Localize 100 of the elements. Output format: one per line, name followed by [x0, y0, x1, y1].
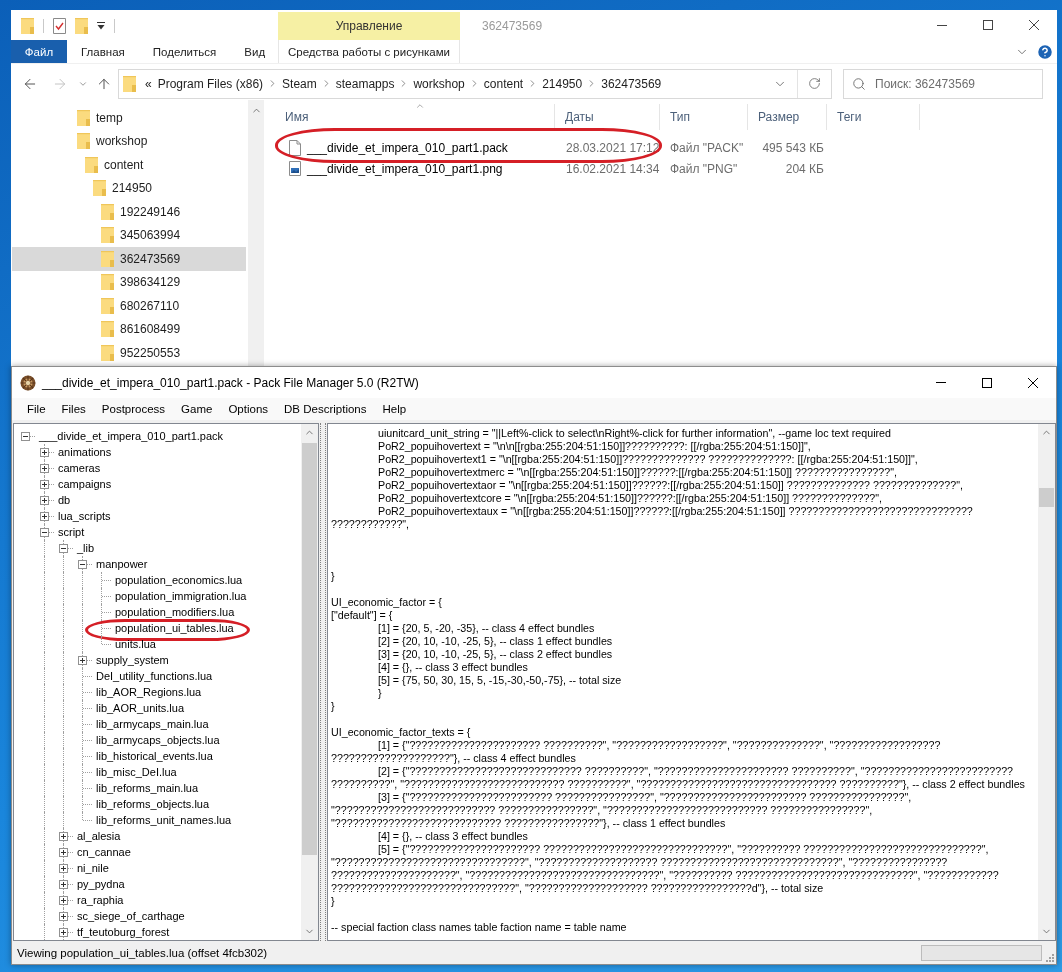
breadcrumb[interactable]: content [479, 76, 528, 91]
search-field[interactable]: Поиск: 362473569 [843, 68, 1043, 99]
tree-item[interactable]: lib_reforms_unit_names.lua [95, 812, 233, 828]
breadcrumb[interactable]: 214950 [538, 76, 587, 91]
expand-icon[interactable] [59, 912, 68, 921]
minimize-icon[interactable] [937, 24, 947, 26]
tree-item[interactable]: lib_AOR_units.lua [95, 700, 186, 716]
close-icon[interactable] [1029, 20, 1039, 30]
tree-item[interactable]: lib_misc_DeI.lua [95, 764, 178, 780]
tree-item[interactable]: campaigns [57, 476, 113, 492]
expand-icon[interactable] [40, 464, 49, 473]
nav-item[interactable]: 952250553 [12, 341, 246, 365]
nav-item[interactable]: content [12, 153, 246, 177]
ribbon-tab[interactable]: Средства работы с рисунками [278, 40, 460, 63]
scrollbar-thumb[interactable] [302, 443, 317, 855]
breadcrumb-overflow[interactable]: « [143, 76, 154, 91]
expand-icon[interactable] [59, 832, 68, 841]
tree-item[interactable]: cameras [57, 460, 102, 476]
maximize-icon[interactable] [982, 377, 992, 388]
tree-item[interactable]: lua_scripts [57, 508, 112, 524]
tree-item[interactable]: animations [57, 444, 113, 460]
tree-item[interactable]: DeI_utility_functions.lua [95, 668, 214, 684]
column-header[interactable]: Теги [837, 110, 862, 124]
help-icon[interactable] [1036, 42, 1054, 61]
collapse-icon[interactable] [21, 432, 30, 441]
tree-item[interactable]: population_economics.lua [114, 572, 244, 588]
expand-icon[interactable] [40, 480, 49, 489]
tree-item[interactable]: ni_nile [76, 860, 110, 876]
nav-item[interactable]: 345063994 [12, 223, 246, 247]
tree-item[interactable]: lib_armycaps_main.lua [95, 716, 210, 732]
collapse-icon[interactable] [59, 544, 68, 553]
collapse-icon[interactable] [78, 560, 87, 569]
splitter[interactable] [320, 423, 326, 941]
nav-item[interactable]: 362473569 [12, 247, 246, 271]
ribbon-tab[interactable]: Файл [11, 40, 67, 63]
menu-item[interactable]: Postprocess [93, 399, 174, 419]
nav-item[interactable]: 214950 [12, 176, 246, 200]
close-icon[interactable] [1028, 377, 1038, 388]
tree-item[interactable]: population_modifiers.lua [114, 604, 236, 620]
nav-item[interactable]: 680267110 [12, 294, 246, 318]
expand-icon[interactable] [59, 864, 68, 873]
expand-icon[interactable] [40, 448, 49, 457]
checklist-icon[interactable] [53, 18, 66, 34]
column-header[interactable]: Даты [565, 110, 594, 124]
expand-icon[interactable] [40, 512, 49, 521]
tree-item[interactable]: py_pydna [76, 876, 126, 892]
file-name[interactable]: ___divide_et_impera_010_part1.png [307, 161, 503, 176]
nav-item[interactable]: temp [12, 106, 246, 130]
breadcrumb[interactable]: 362473569 [597, 76, 666, 91]
tree-item[interactable]: units.lua [114, 636, 157, 652]
tree-item[interactable]: db [57, 492, 72, 508]
dropdown-icon[interactable] [97, 22, 105, 30]
tree-item[interactable]: cn_cannae [76, 844, 132, 860]
search-input[interactable]: Поиск: 362473569 [875, 76, 1035, 91]
menu-item[interactable]: Options [220, 399, 277, 419]
tree-item[interactable]: ra_raphia [76, 892, 125, 908]
column-header[interactable]: Тип [670, 110, 690, 124]
tree-item[interactable]: population_immigration.lua [114, 588, 248, 604]
ribbon-tab[interactable]: Главная [67, 40, 139, 63]
tree-item[interactable]: supply_system [95, 652, 170, 668]
nav-item[interactable]: workshop [12, 129, 246, 153]
tree-item[interactable]: ___divide_et_impera_010_part1.pack [38, 428, 225, 444]
breadcrumb[interactable]: Steam [278, 76, 321, 91]
menu-item[interactable]: Help [374, 399, 415, 419]
ribbon-tab[interactable]: Поделиться [138, 40, 231, 63]
breadcrumb[interactable]: Program Files (x86) [153, 76, 268, 91]
tree-item[interactable]: al_alesia [76, 828, 122, 844]
scrollbar-thumb[interactable] [1039, 488, 1054, 507]
expand-icon[interactable] [59, 928, 68, 937]
breadcrumb[interactable]: steamapps [331, 76, 399, 91]
tree-item[interactable]: script [57, 524, 86, 540]
tree-item[interactable]: sc_siege_of_carthage [76, 908, 186, 924]
tree-item[interactable]: _lib [76, 540, 96, 556]
expand-icon[interactable] [59, 848, 68, 857]
nav-item[interactable]: 192249146 [12, 200, 246, 224]
column-header[interactable]: Размер [758, 110, 800, 124]
tree-item[interactable]: manpower [95, 556, 149, 572]
tree-item[interactable]: tf_teutoburg_forest [76, 924, 171, 940]
address-bar[interactable]: « Program Files (x86) Steam steamapps workshop content 214950 362473569 [118, 68, 832, 99]
expand-icon[interactable] [59, 896, 68, 905]
expand-icon[interactable] [78, 656, 87, 665]
expand-icon[interactable] [40, 496, 49, 505]
size-grip-icon[interactable] [1044, 952, 1054, 962]
expand-icon[interactable] [59, 880, 68, 889]
nav-item[interactable]: 398634129 [12, 270, 246, 294]
menu-item[interactable]: Files [53, 399, 94, 419]
maximize-icon[interactable] [983, 20, 993, 30]
menu-item[interactable]: DB Descriptions [276, 399, 375, 419]
tree-item[interactable]: lib_historical_events.lua [95, 748, 214, 764]
tree-item[interactable]: lib_AOR_Regions.lua [95, 684, 203, 700]
file-name[interactable]: ___divide_et_impera_010_part1.pack [307, 140, 508, 155]
tree-item[interactable]: population_ui_tables.lua [114, 620, 235, 636]
menu-item[interactable]: File [19, 399, 54, 419]
tree-item[interactable]: lib_reforms_objects.lua [95, 796, 211, 812]
ribbon-tab[interactable]: Вид [230, 40, 280, 63]
tree-item[interactable]: lib_reforms_main.lua [95, 780, 200, 796]
breadcrumb[interactable]: workshop [409, 76, 469, 91]
collapse-icon[interactable] [40, 528, 49, 537]
tree-item[interactable]: lib_armycaps_objects.lua [95, 732, 221, 748]
menu-item[interactable]: Game [173, 399, 221, 419]
